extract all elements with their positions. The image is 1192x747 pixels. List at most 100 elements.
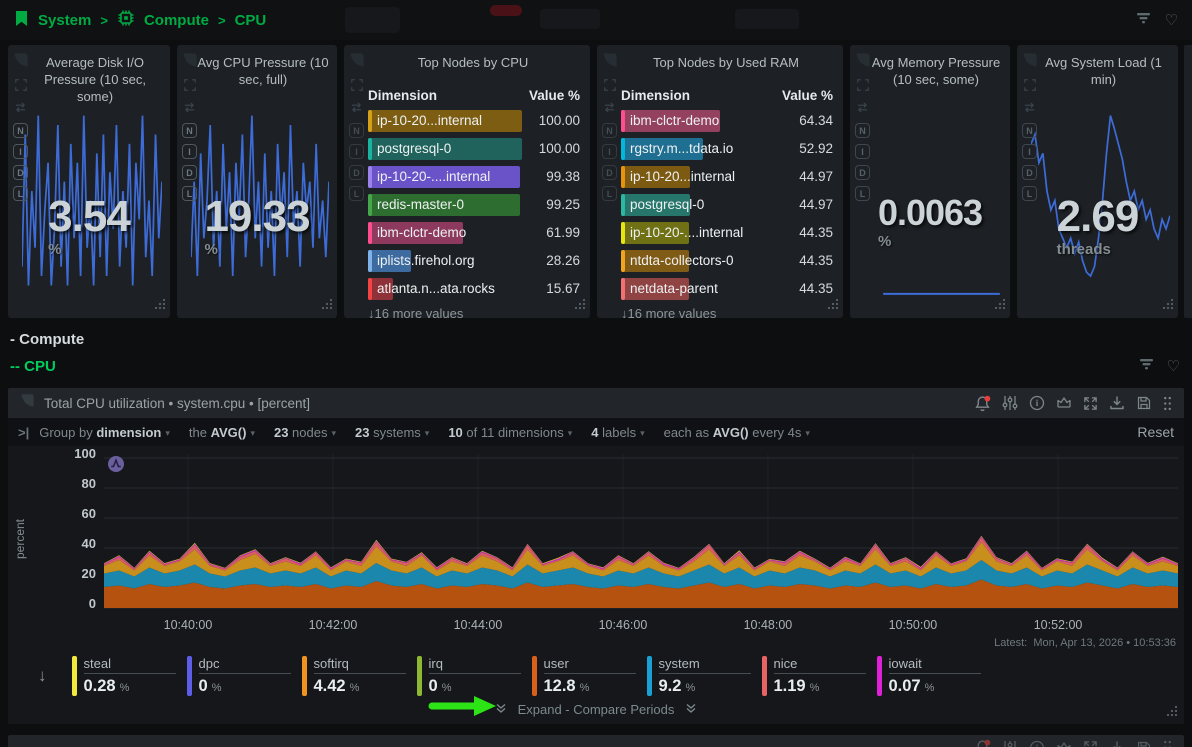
expand-icon[interactable] bbox=[351, 79, 363, 95]
badge-i[interactable]: I bbox=[1022, 144, 1037, 159]
chart-settings-icon[interactable] bbox=[1002, 395, 1018, 411]
control-dropdown-3[interactable]: 23 systems▾ bbox=[355, 425, 429, 440]
stacked-area-chart[interactable] bbox=[104, 454, 1178, 616]
table-row[interactable]: rgstry.m...tdata.io52.92 bbox=[621, 138, 833, 160]
top-nodes-card[interactable]: NIDLTop Nodes by CPUDimensionValue %ip-1… bbox=[344, 45, 590, 318]
filter-icon[interactable] bbox=[1136, 11, 1151, 30]
info-icon[interactable]: i bbox=[1029, 395, 1045, 411]
badge-i[interactable]: I bbox=[182, 144, 197, 159]
badge-l[interactable]: L bbox=[602, 186, 617, 201]
badge-n[interactable]: N bbox=[13, 123, 28, 138]
badge-l[interactable]: L bbox=[182, 186, 197, 201]
section-heading-compute[interactable]: - Compute bbox=[10, 331, 1192, 348]
legend-item-user[interactable]: user12.8% bbox=[532, 656, 639, 696]
compare-icon[interactable] bbox=[1023, 101, 1036, 117]
subsection-heading-cpu[interactable]: -- CPU bbox=[10, 358, 56, 375]
expand-compare-periods-button[interactable]: Expand - Compare Periods bbox=[8, 702, 1184, 724]
more-values-link[interactable]: ↓16 more values bbox=[368, 306, 590, 318]
badge-l[interactable]: L bbox=[349, 186, 364, 201]
card-resize-handle[interactable] bbox=[320, 297, 333, 315]
expand-icon[interactable] bbox=[857, 79, 869, 95]
card-resize-handle[interactable] bbox=[993, 297, 1006, 315]
table-row[interactable]: ibm-clctr-demo61.99 bbox=[368, 222, 580, 244]
legend-sort-arrow-icon[interactable]: ↓ bbox=[38, 666, 58, 686]
save-image-icon[interactable] bbox=[1136, 395, 1152, 411]
compare-icon[interactable] bbox=[14, 101, 27, 117]
metric-card[interactable]: NIDLAvg CPU Pressure (10 sec, full)19.33… bbox=[177, 45, 337, 318]
compare-icon[interactable] bbox=[856, 101, 869, 117]
drag-handle-icon[interactable] bbox=[1163, 396, 1172, 411]
filter-icon[interactable] bbox=[1139, 357, 1154, 376]
alerts-bell-icon[interactable] bbox=[974, 395, 991, 412]
badge-i[interactable]: I bbox=[349, 144, 364, 159]
favorite-heart-icon[interactable]: ♡ bbox=[1167, 359, 1180, 374]
badge-d[interactable]: D bbox=[182, 165, 197, 180]
anomaly-rate-icon[interactable] bbox=[108, 456, 124, 477]
legend-item-system[interactable]: system9.2% bbox=[647, 656, 754, 696]
badge-i[interactable]: I bbox=[602, 144, 617, 159]
control-dropdown-2[interactable]: 23 nodes▾ bbox=[274, 425, 336, 440]
legend-item-iowait[interactable]: iowait0.07% bbox=[877, 656, 984, 696]
badge-d[interactable]: D bbox=[13, 165, 28, 180]
table-row[interactable]: ntdta-collectors-044.35 bbox=[621, 250, 833, 272]
table-row[interactable]: postgresql-0100.00 bbox=[368, 138, 580, 160]
favorite-heart-icon[interactable]: ♡ bbox=[1165, 13, 1178, 28]
badge-n[interactable]: N bbox=[349, 123, 364, 138]
metric-card[interactable]: NIDLAvg Memory Pressure (10 sec, some)0.… bbox=[850, 45, 1010, 318]
metric-card[interactable]: NIDLAverage Disk I/O Pressure (10 sec, s… bbox=[8, 45, 170, 318]
breadcrumb-item-compute[interactable]: Compute bbox=[144, 12, 209, 29]
expand-icon[interactable] bbox=[604, 79, 616, 95]
breadcrumb-item-cpu[interactable]: CPU bbox=[235, 12, 267, 29]
panel-resize-handle[interactable] bbox=[1165, 704, 1178, 720]
table-row[interactable]: ip-10-20-....internal99.38 bbox=[368, 166, 580, 188]
card-resize-handle[interactable] bbox=[153, 297, 166, 315]
badge-l[interactable]: L bbox=[1022, 186, 1037, 201]
chart-type-icon[interactable] bbox=[1056, 395, 1072, 411]
collapse-controls-icon[interactable]: >| bbox=[18, 425, 29, 440]
card-resize-handle[interactable] bbox=[1161, 297, 1174, 315]
badge-d[interactable]: D bbox=[1022, 165, 1037, 180]
breadcrumb-item-system[interactable]: System bbox=[38, 12, 91, 29]
table-row[interactable]: atlanta.n...ata.rocks15.67 bbox=[368, 278, 580, 300]
expand-icon[interactable] bbox=[1024, 79, 1036, 95]
badge-n[interactable]: N bbox=[602, 123, 617, 138]
legend-item-dpc[interactable]: dpc0% bbox=[187, 656, 294, 696]
badge-n[interactable]: N bbox=[182, 123, 197, 138]
badge-d[interactable]: D bbox=[602, 165, 617, 180]
compare-icon[interactable] bbox=[183, 101, 196, 117]
badge-d[interactable]: D bbox=[349, 165, 364, 180]
expand-icon[interactable] bbox=[184, 79, 196, 95]
compare-icon[interactable] bbox=[350, 101, 363, 117]
table-row[interactable]: ip-10-20...internal100.00 bbox=[368, 110, 580, 132]
table-row[interactable]: ip-10-20-....internal44.35 bbox=[621, 222, 833, 244]
more-values-link[interactable]: ↓16 more values bbox=[621, 306, 843, 318]
badge-l[interactable]: L bbox=[13, 186, 28, 201]
table-row[interactable]: redis-master-099.25 bbox=[368, 194, 580, 216]
badge-l[interactable]: L bbox=[855, 186, 870, 201]
control-dropdown-6[interactable]: each as AVG() every 4s▾ bbox=[664, 425, 810, 440]
table-row[interactable]: ip-10-20...internal44.97 bbox=[621, 166, 833, 188]
legend-item-irq[interactable]: irq0% bbox=[417, 656, 524, 696]
legend-item-steal[interactable]: steal0.28% bbox=[72, 656, 179, 696]
legend-item-softirq[interactable]: softirq4.42% bbox=[302, 656, 409, 696]
top-nodes-card[interactable]: NIDLTop Nodes by Used RAMDimensionValue … bbox=[597, 45, 843, 318]
control-dropdown-4[interactable]: 10 of 11 dimensions▾ bbox=[448, 425, 572, 440]
metric-card[interactable]: NIDLAvg System Load (1 min)2.69threads bbox=[1017, 45, 1178, 318]
legend-item-nice[interactable]: nice1.19% bbox=[762, 656, 869, 696]
badge-n[interactable]: N bbox=[1022, 123, 1037, 138]
control-dropdown-5[interactable]: 4 labels▾ bbox=[591, 425, 644, 440]
badge-d[interactable]: D bbox=[855, 165, 870, 180]
table-row[interactable]: postgresql-044.97 bbox=[621, 194, 833, 216]
control-dropdown-1[interactable]: the AVG()▾ bbox=[189, 425, 255, 440]
table-row[interactable]: netdata-parent44.35 bbox=[621, 278, 833, 300]
expand-icon[interactable] bbox=[15, 79, 27, 95]
control-dropdown-0[interactable]: Group by dimension▾ bbox=[39, 425, 170, 440]
badge-i[interactable]: I bbox=[13, 144, 28, 159]
badge-n[interactable]: N bbox=[855, 123, 870, 138]
table-row[interactable]: iplists.firehol.org28.26 bbox=[368, 250, 580, 272]
table-row[interactable]: ibm-clctr-demo64.34 bbox=[621, 110, 833, 132]
reset-button[interactable]: Reset bbox=[1137, 424, 1174, 440]
download-icon[interactable] bbox=[1109, 395, 1125, 411]
fullscreen-icon[interactable] bbox=[1083, 396, 1098, 411]
compare-icon[interactable] bbox=[603, 101, 616, 117]
